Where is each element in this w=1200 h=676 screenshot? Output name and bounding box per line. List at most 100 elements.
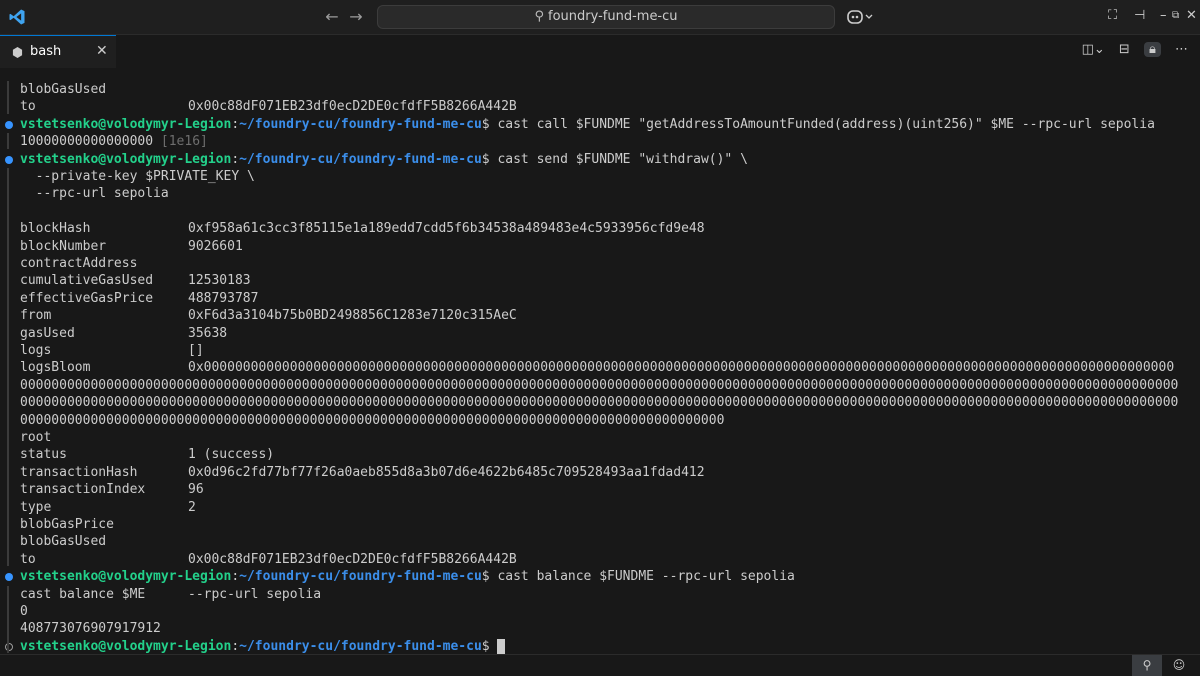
terminal-icon [12,47,23,58]
split-editor-icon[interactable]: ◫⌄ [1082,42,1105,57]
field-key: logs [20,343,52,358]
command-center-search[interactable]: ⚲ foundry-fund-me-cu [377,5,835,29]
lock-icon[interactable]: 🔒︎ [1143,42,1161,57]
output-line: 10000000000000000 [1e16] [20,133,208,150]
prompt-path: ~/foundry-cu/foundry-fund-me-cu [239,639,482,654]
prompt-user: vstetsenko@volodymyr-Legion [20,117,232,132]
field-value: 1 (success) [188,447,275,462]
tab-actions: ◫⌄ ⊟ 🔒︎ ⋯ [1072,42,1188,57]
field-key: gasUsed [20,326,75,341]
tab-label: bash [30,44,62,59]
prompt-path: ~/foundry-cu/foundry-fund-me-cu [239,569,482,584]
copilot-icon[interactable] [846,8,874,26]
close-window-button[interactable]: ✕ [1186,6,1197,26]
close-tab-icon[interactable]: ✕ [96,43,108,59]
field-value: 12530183 [188,273,251,288]
field-key: to [20,552,36,567]
receipt-row: contractAddress [20,255,188,272]
field-value: 0xF6d3a3104b75b0BD2498856C1283e7120c315A… [188,308,517,323]
output-line: --private-key $PRIVATE_KEY \ [20,168,255,185]
layout-toggle-icon[interactable]: ⛶ [1108,6,1117,26]
receipt-row: root [20,429,188,446]
panel-toggle-icon[interactable]: ⊣ [1134,6,1145,26]
accounts-icon[interactable]: ☺ [1164,655,1194,676]
receipt-row: blobGasUsed [20,81,188,98]
command-decoration-icon[interactable] [5,156,13,164]
prompt-path: ~/foundry-cu/foundry-fund-me-cu [239,152,482,167]
field-value: 0x00c88dF071EB23df0ecD2DE0cfdfF5B8266A44… [188,99,517,114]
field-key: effectiveGasPrice [20,291,154,306]
receipt-row: to 0x00c88dF071EB23df0ecD2DE0cfdfF5B8266A… [20,551,517,568]
minimize-button[interactable]: – [1160,6,1167,26]
field-key: blobGasPrice [20,517,114,532]
output-text: 408773076907917912 [20,621,161,636]
command-text: cast send $FUNDME "withdraw()" \ [489,152,748,167]
field-value: 35638 [188,326,228,341]
prompt-user: vstetsenko@volodymyr-Legion [20,639,232,654]
terminal-cursor [497,638,506,655]
output-gutter-bar [7,81,9,114]
command-decoration-icon[interactable] [5,121,13,129]
toggle-panel-icon[interactable]: ⊟ [1119,42,1130,57]
receipt-row: type 2 [20,499,196,516]
field-value: 2 [188,500,196,515]
output-text: --private-key $PRIVATE_KEY \ [20,169,255,184]
forward-arrow-icon[interactable]: → [346,7,366,27]
search-text: foundry-fund-me-cu [548,9,678,24]
field-key: status [20,447,67,462]
field-key: blockNumber [20,239,107,254]
output-text: 0000000000000000000000000000000000000000… [20,413,725,428]
search-icon: ⚲ [534,9,545,24]
command-text: cast call $FUNDME "getAddressToAmountFun… [489,117,1155,132]
receipt-row: logs [] [20,342,204,359]
output-line: 0000000000000000000000000000000000000000… [20,377,1178,394]
field-value: 0x0d96c2fd77bf77f26a0aeb855d8a3b07d6e462… [188,465,705,480]
restore-button[interactable]: ⧉ [1172,6,1179,26]
field-key: blobGasUsed [20,82,107,97]
prompt-line: vstetsenko@volodymyr-Legion:~/foundry-cu… [20,152,748,167]
field-key: type [20,500,52,515]
more-actions-icon[interactable]: ⋯ [1175,42,1188,57]
receipt-row: to 0x00c88dF071EB23df0ecD2DE0cfdfF5B8266A… [20,98,517,115]
output-hint: [1e16] [153,134,208,149]
status-bar: ⚲ ☺ [0,654,1200,676]
field-key: root [20,430,52,445]
receipt-row: blobGasPrice [20,516,188,533]
field-key: blockHash [20,221,91,236]
field-value: 0x00000000000000000000000000000000000000… [188,360,1175,375]
receipt-row: transactionIndex 96 [20,481,204,498]
output-text: 10000000000000000 [20,134,154,149]
output-text: 0000000000000000000000000000000000000000… [20,378,1179,393]
receipt-row: cast balance $ME --rpc-url sepolia [20,586,321,603]
terminal-tab-bar: bash ✕ ◫⌄ ⊟ 🔒︎ ⋯ [0,35,1200,68]
receipt-row: blockHash 0xf958a61c3cc3f85115e1a189edd7c… [20,220,705,237]
field-key: transactionIndex [20,482,146,497]
output-line: 0000000000000000000000000000000000000000… [20,412,724,429]
output-gutter-bar [7,133,9,149]
prompt-user: vstetsenko@volodymyr-Legion [20,152,232,167]
output-text: 0 [20,604,28,619]
terminal-output[interactable]: blobGasUsed to 0x00c88dF071EB23df0ecD2DE0c… [0,78,1200,655]
zoom-icon[interactable]: ⚲ [1132,655,1162,676]
title-bar: ← → ⚲ foundry-fund-me-cu ⛶ ⊣ – ⧉ ✕ [0,0,1200,35]
output-line: 0 [20,603,28,620]
field-key: cast balance $ME [20,587,146,602]
output-line: --rpc-url sepolia [20,185,169,202]
field-key: blobGasUsed [20,534,107,549]
vscode-logo-icon[interactable] [8,8,26,26]
receipt-row: effectiveGasPrice 488793787 [20,290,258,307]
output-line: 0000000000000000000000000000000000000000… [20,394,1178,411]
receipt-row: blobGasUsed [20,533,188,550]
field-value: 96 [188,482,204,497]
prompt-user: vstetsenko@volodymyr-Legion [20,569,232,584]
field-value: 0xf958a61c3cc3f85115e1a189edd7cdd5f6b345… [188,221,705,236]
receipt-row: logsBloom 0x00000000000000000000000000000… [20,359,1174,376]
tab-bash[interactable]: bash ✕ [0,35,116,68]
field-key: transactionHash [20,465,138,480]
command-text: cast balance $FUNDME --rpc-url sepolia [489,569,795,584]
output-text: --rpc-url sepolia [20,186,169,201]
back-arrow-icon[interactable]: ← [322,7,342,27]
command-decoration-icon[interactable] [5,573,13,581]
receipt-row: blockNumber 9026601 [20,238,243,255]
receipt-row: status 1 (success) [20,446,274,463]
